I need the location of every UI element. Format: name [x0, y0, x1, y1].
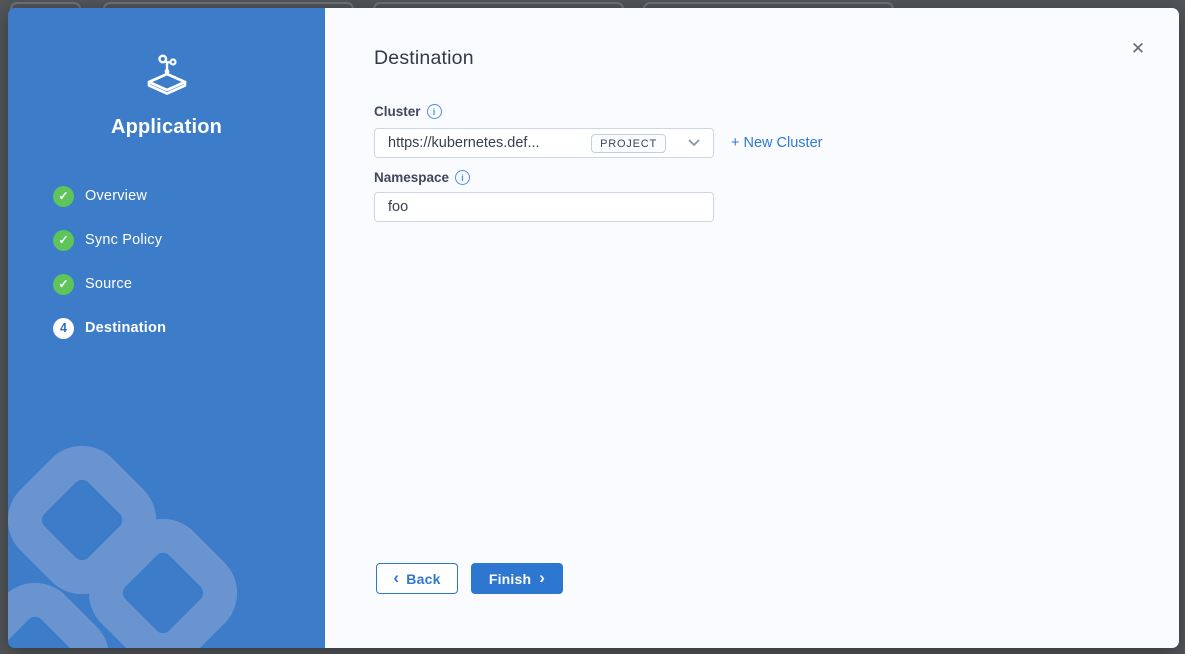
new-cluster-link[interactable]: + New Cluster	[731, 135, 822, 151]
step-destination[interactable]: 4 Destination	[53, 306, 315, 350]
namespace-input[interactable]	[374, 192, 714, 222]
step-number-badge: 4	[53, 318, 74, 339]
step-label: Sync Policy	[85, 232, 162, 248]
application-wizard-modal: Application ✓ Overview ✓ Sync Policy ✓ S…	[8, 8, 1179, 648]
cluster-select-value: https://kubernetes.def...	[388, 135, 591, 151]
step-label: Destination	[85, 320, 166, 336]
info-icon[interactable]: i	[427, 104, 442, 119]
step-complete-icon: ✓	[53, 274, 74, 295]
chevron-right-icon: ›	[539, 569, 545, 586]
namespace-label: Namespace i	[374, 170, 470, 185]
wizard-panel: ✕ Destination Cluster i https://kubernet…	[325, 8, 1179, 648]
cluster-row: https://kubernetes.def... PROJECT + New …	[374, 128, 822, 158]
step-complete-icon: ✓	[53, 230, 74, 251]
panel-title: Destination	[374, 47, 474, 70]
wizard-title: Application	[8, 116, 325, 139]
info-icon[interactable]: i	[455, 170, 470, 185]
step-sync-policy[interactable]: ✓ Sync Policy	[53, 218, 315, 262]
step-overview[interactable]: ✓ Overview	[53, 174, 315, 218]
step-source[interactable]: ✓ Source	[53, 262, 315, 306]
wizard-steps: ✓ Overview ✓ Sync Policy ✓ Source 4 Dest…	[53, 174, 315, 350]
step-label: Overview	[85, 188, 147, 204]
cluster-label: Cluster i	[374, 104, 442, 119]
project-badge: PROJECT	[591, 134, 666, 153]
cluster-select[interactable]: https://kubernetes.def... PROJECT	[374, 128, 714, 158]
wizard-actions: ‹ Back Finish ›	[376, 563, 563, 594]
step-complete-icon: ✓	[53, 186, 74, 207]
chevron-down-icon	[688, 139, 700, 147]
finish-button[interactable]: Finish ›	[471, 563, 563, 594]
close-icon[interactable]: ✕	[1127, 38, 1149, 60]
chevron-left-icon: ‹	[393, 569, 399, 586]
application-icon	[8, 54, 325, 98]
back-button[interactable]: ‹ Back	[376, 563, 458, 594]
step-label: Source	[85, 276, 132, 292]
wizard-sidebar: Application ✓ Overview ✓ Sync Policy ✓ S…	[8, 8, 325, 648]
